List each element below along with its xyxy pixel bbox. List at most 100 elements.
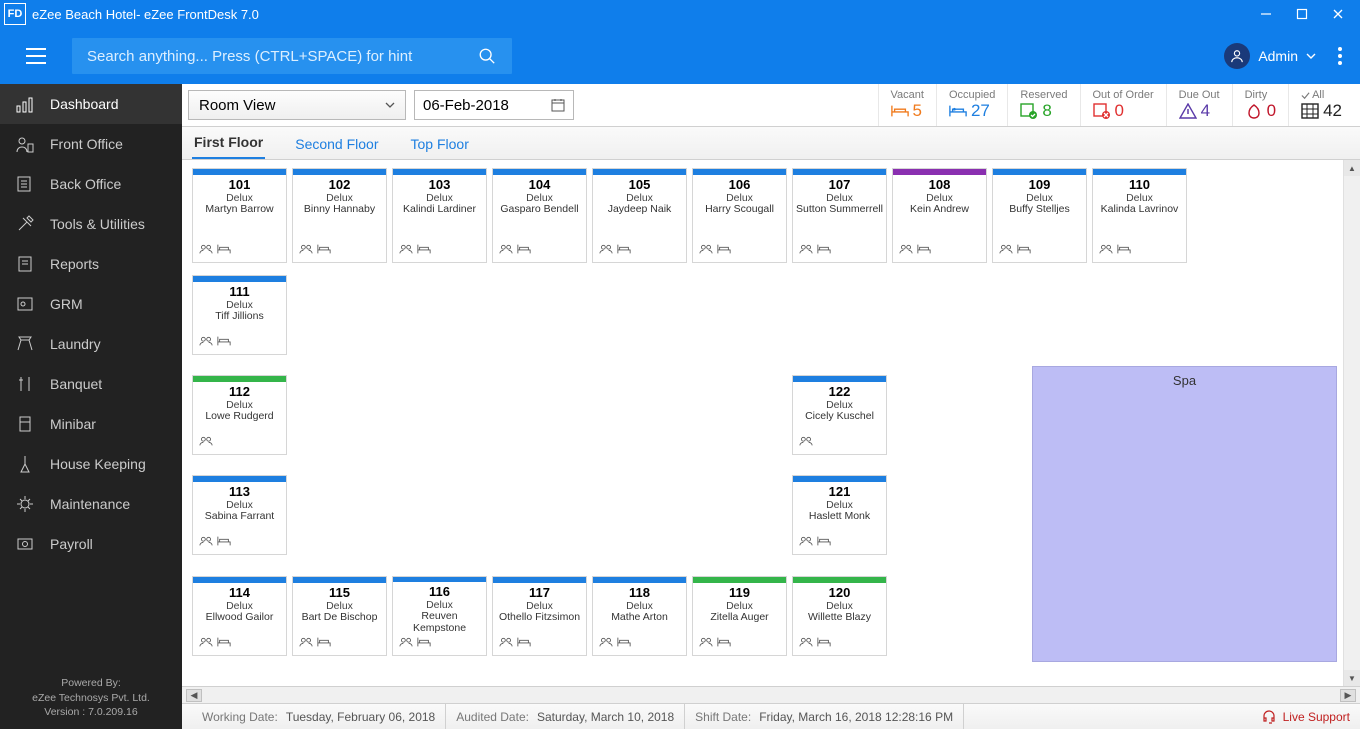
app-logo: FD	[4, 3, 26, 25]
room-icons	[793, 431, 886, 454]
sidebar-item-housekeeping[interactable]: House Keeping	[0, 444, 182, 484]
room-card-120[interactable]: 120DeluxWillette Blazy	[792, 576, 887, 656]
room-status-bar	[193, 476, 286, 482]
tab-first-floor[interactable]: First Floor	[192, 127, 265, 159]
titlebar: FD eZee Beach Hotel- eZee FrontDesk 7.0	[0, 0, 1360, 28]
vertical-scrollbar[interactable]: ▲▼	[1343, 160, 1360, 686]
maximize-button[interactable]	[1284, 0, 1320, 28]
room-card-105[interactable]: 105DeluxJaydeep Naik	[592, 168, 687, 263]
stat-all[interactable]: All42	[1288, 84, 1354, 126]
room-card-106[interactable]: 106DeluxHarry Scougall	[692, 168, 787, 263]
scroll-down-button[interactable]: ▼	[1344, 670, 1360, 686]
horizontal-scrollbar[interactable]: ◀ ▶	[182, 686, 1360, 703]
view-select[interactable]: Room View	[188, 90, 406, 120]
room-guest: Bart De Bischop	[293, 612, 386, 624]
room-card-113[interactable]: 113DeluxSabina Farrant	[192, 475, 287, 555]
stat-reserved[interactable]: Reserved8	[1007, 84, 1079, 126]
dueout-icon	[1179, 103, 1197, 119]
room-card-111[interactable]: 111DeluxTiff Jillions	[192, 275, 287, 355]
stat-dirty[interactable]: Dirty0	[1232, 84, 1288, 126]
more-button[interactable]	[1328, 47, 1352, 65]
user-menu[interactable]: Admin	[1224, 43, 1316, 69]
date-picker[interactable]: 06-Feb-2018	[414, 90, 574, 120]
room-icons	[1093, 239, 1186, 262]
guests-icon	[299, 636, 313, 651]
close-button[interactable]	[1320, 0, 1356, 28]
room-card-119[interactable]: 119DeluxZitella Auger	[692, 576, 787, 656]
company-label: eZee Technosys Pvt. Ltd.	[0, 691, 182, 705]
room-card-122[interactable]: 122DeluxCicely Kuschel	[792, 375, 887, 455]
room-status-bar	[193, 577, 286, 583]
room-number: 121	[793, 484, 886, 499]
banquet-icon	[14, 373, 36, 395]
room-status-bar	[993, 169, 1086, 175]
tab-second-floor[interactable]: Second Floor	[293, 129, 380, 159]
sidebar-item-label: Minibar	[50, 416, 96, 432]
stat-dueout[interactable]: Due Out4	[1166, 84, 1232, 126]
room-card-116[interactable]: 116DeluxReuven Kempstone	[392, 576, 487, 656]
scroll-up-button[interactable]: ▲	[1344, 160, 1360, 176]
shift-date-value: Friday, March 16, 2018 12:28:16 PM	[759, 710, 953, 724]
room-card-108[interactable]: 108DeluxKein Andrew	[892, 168, 987, 263]
scroll-right-button[interactable]: ▶	[1340, 689, 1356, 702]
chevron-down-icon	[1306, 53, 1316, 59]
sidebar-item-minibar[interactable]: Minibar	[0, 404, 182, 444]
live-support-button[interactable]: Live Support	[1261, 709, 1350, 725]
room-card-102[interactable]: 102DeluxBinny Hannaby	[292, 168, 387, 263]
search-input[interactable]	[73, 48, 463, 65]
guests-icon	[799, 243, 813, 258]
sidebar-item-maintenance[interactable]: Maintenance	[0, 484, 182, 524]
room-status-bar	[493, 169, 586, 175]
menu-button[interactable]	[18, 38, 54, 74]
search-button[interactable]	[463, 39, 511, 73]
scroll-left-button[interactable]: ◀	[186, 689, 202, 702]
room-card-114[interactable]: 114DeluxEllwood Gailor	[192, 576, 287, 656]
chevron-down-icon	[385, 102, 395, 108]
room-guest: Ellwood Gailor	[193, 612, 286, 624]
room-card-109[interactable]: 109DeluxBuffy Stelljes	[992, 168, 1087, 263]
stat-outoforder[interactable]: Out of Order0	[1080, 84, 1166, 126]
sidebar-item-laundry[interactable]: Laundry	[0, 324, 182, 364]
room-guest: Sabina Farrant	[193, 511, 286, 523]
sidebar-item-payroll[interactable]: Payroll	[0, 524, 182, 564]
room-card-101[interactable]: 101DeluxMartyn Barrow	[192, 168, 287, 263]
stat-vacant[interactable]: Vacant5	[878, 84, 936, 126]
date-value: 06-Feb-2018	[423, 97, 509, 114]
room-card-121[interactable]: 121DeluxHaslett Monk	[792, 475, 887, 555]
room-card-110[interactable]: 110DeluxKalinda Lavrinov	[1092, 168, 1187, 263]
room-guest: Tiff Jillions	[193, 311, 286, 323]
room-guest: Binny Hannaby	[293, 204, 386, 216]
sidebar-item-tools[interactable]: Tools & Utilities	[0, 204, 182, 244]
room-card-107[interactable]: 107DeluxSutton Summerrell	[792, 168, 887, 263]
guests-icon	[199, 243, 213, 258]
sidebar-item-dashboard[interactable]: Dashboard	[0, 84, 182, 124]
room-canvas: 101DeluxMartyn Barrow102DeluxBinny Hanna…	[182, 160, 1360, 686]
room-card-104[interactable]: 104DeluxGasparo Bendell	[492, 168, 587, 263]
room-card-103[interactable]: 103DeluxKalindi Lardiner	[392, 168, 487, 263]
room-card-115[interactable]: 115DeluxBart De Bischop	[292, 576, 387, 656]
minimize-button[interactable]	[1248, 0, 1284, 28]
bed-icon	[417, 636, 431, 651]
stat-occupied[interactable]: Occupied27	[936, 84, 1007, 126]
sidebar-item-banquet[interactable]: Banquet	[0, 364, 182, 404]
sidebar-item-grm[interactable]: GRM	[0, 284, 182, 324]
sidebar-item-back-office[interactable]: Back Office	[0, 164, 182, 204]
sidebar-item-reports[interactable]: Reports	[0, 244, 182, 284]
guests-icon	[199, 535, 213, 550]
bed-icon	[1117, 243, 1131, 258]
room-icons	[493, 239, 586, 262]
spa-area[interactable]: Spa	[1032, 366, 1337, 662]
payroll-icon	[14, 533, 36, 555]
room-number: 101	[193, 177, 286, 192]
calendar-icon	[551, 98, 565, 112]
sidebar-item-front-office[interactable]: Front Office	[0, 124, 182, 164]
room-card-117[interactable]: 117DeluxOthello Fitzsimon	[492, 576, 587, 656]
room-number: 106	[693, 177, 786, 192]
tab-top-floor[interactable]: Top Floor	[409, 129, 471, 159]
room-card-118[interactable]: 118DeluxMathe Arton	[592, 576, 687, 656]
bed-icon	[917, 243, 931, 258]
room-guest: Martyn Barrow	[193, 204, 286, 216]
room-status-bar	[193, 169, 286, 175]
room-status-bar	[793, 169, 886, 175]
room-card-112[interactable]: 112DeluxLowe Rudgerd	[192, 375, 287, 455]
